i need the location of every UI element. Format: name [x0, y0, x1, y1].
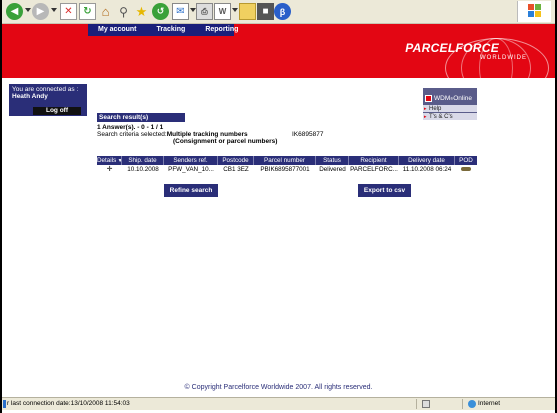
status-text: r last connection date:13/10/2008 11:54:…	[7, 400, 130, 407]
security-icon	[422, 400, 430, 408]
export-csv-button[interactable]: Export to csv	[358, 184, 411, 197]
criteria-sub: (Consignment or parcel numbers)	[173, 138, 278, 145]
cell-recipient: PARCELFORC...	[350, 166, 398, 173]
back-icon[interactable]: ◀	[6, 3, 23, 20]
internet-zone-icon	[468, 400, 476, 408]
pod-signature-icon[interactable]	[455, 165, 477, 175]
col-postcode[interactable]: Postcode	[218, 156, 254, 165]
bluetooth-icon[interactable]: β	[274, 3, 291, 20]
folder-icon[interactable]	[239, 3, 256, 20]
browser-toolbar: ◀ ▶ ✕ ↻ ⌂ ⚲ ★ ↺ ✉ ⎙ W ■ β	[2, 0, 555, 24]
terms-link[interactable]: T's & C's	[423, 112, 477, 121]
site-header: My account Tracking Reporting PARCELFORC…	[2, 24, 555, 78]
messenger-icon[interactable]: ■	[257, 3, 274, 20]
browser-statusbar: r last connection date:13/10/2008 11:54:…	[2, 397, 555, 410]
logo-subtitle: WORLDWIDE	[480, 55, 527, 61]
wdm-title: WDM ® Online	[423, 88, 477, 104]
cell-parcel-number[interactable]: PBIK6895877001	[254, 165, 316, 175]
nav-reporting[interactable]: Reporting	[195, 24, 248, 36]
cell-ship-date: 10.10.2008	[127, 166, 159, 173]
copyright-text: © Copyright Parcelforce Worldwide 2007. …	[184, 384, 373, 391]
table-row: + 10.10.2008 PFW_VAN_10... CB1 3EZ PBIK6…	[97, 165, 477, 175]
wdm-tools-panel: WDM® Online Help T's & C's	[423, 88, 477, 121]
refine-search-button[interactable]: Refine search	[164, 184, 218, 197]
connection-label: You are connected as :	[12, 86, 79, 93]
main-nav: My account Tracking Reporting	[88, 24, 238, 36]
forward-dropdown-icon[interactable]	[51, 8, 57, 12]
col-delivery-date[interactable]: Delivery date	[399, 156, 455, 165]
cell-postcode: CB1 3EZ	[223, 166, 249, 173]
statusbar-divider	[416, 399, 417, 409]
results-table: Details ▼ Ship. date Senders ref. Postco…	[97, 156, 477, 175]
connection-panel: You are connected as : Heath Andy Log of…	[9, 84, 87, 116]
col-pod[interactable]: POD	[455, 156, 477, 165]
back-dropdown-icon[interactable]	[25, 8, 31, 12]
logoff-button[interactable]: Log off	[33, 107, 81, 115]
search-criteria: Search criteria selected:Multiple tracki…	[97, 131, 248, 138]
col-status[interactable]: Status	[316, 156, 349, 165]
criteria-label: Search criteria selected:	[97, 131, 167, 138]
cell-status: Delivered	[319, 166, 346, 173]
page-status-icon	[3, 400, 6, 408]
parcelforce-logo[interactable]: PARCELFORCE	[405, 41, 499, 55]
wdm-title-suffix: Online	[453, 94, 472, 102]
edit-dropdown-icon[interactable]	[232, 8, 238, 12]
statusbar-divider	[462, 399, 463, 409]
col-details[interactable]: Details ▼	[97, 156, 122, 165]
cell-senders-ref: PFW_VAN_10...	[168, 166, 214, 173]
col-ship-date[interactable]: Ship. date	[122, 156, 164, 165]
user-name: Heath Andy	[12, 93, 48, 100]
col-senders-ref[interactable]: Senders ref.	[164, 156, 218, 165]
criteria-id: IK6895877	[292, 131, 324, 138]
wdm-icon	[425, 94, 432, 102]
criteria-value: Multiple tracking numbers	[166, 131, 248, 138]
col-recipient[interactable]: Recipient	[349, 156, 399, 165]
cell-delivery-date: 11.10.2008 06:24	[402, 166, 452, 173]
mail-icon[interactable]: ✉	[172, 3, 189, 20]
print-icon[interactable]: ⎙	[196, 3, 213, 20]
search-icon[interactable]: ⚲	[115, 3, 132, 20]
help-link[interactable]: Help	[423, 104, 477, 113]
wdm-title-text: WDM	[434, 94, 451, 102]
answers-count: 1 Answer(s). - 0 - 1 / 1	[97, 124, 164, 131]
stop-icon[interactable]: ✕	[60, 3, 77, 20]
table-header: Details ▼ Ship. date Senders ref. Postco…	[97, 156, 477, 165]
nav-my-account[interactable]: My account	[88, 24, 147, 36]
history-icon[interactable]: ↺	[152, 3, 169, 20]
edit-icon[interactable]: W	[214, 3, 231, 20]
refresh-icon[interactable]: ↻	[79, 3, 96, 20]
security-zone: Internet	[478, 400, 501, 407]
search-results-title: Search result(s)	[97, 113, 185, 122]
home-icon[interactable]: ⌂	[97, 3, 114, 20]
expand-details-icon[interactable]: +	[97, 165, 122, 175]
favorites-icon[interactable]: ★	[133, 3, 150, 20]
forward-icon[interactable]: ▶	[32, 3, 49, 20]
windows-logo-icon	[517, 1, 551, 22]
browser-window: ◀ ▶ ✕ ↻ ⌂ ⚲ ★ ↺ ✉ ⎙ W ■ β My account Tra…	[2, 0, 555, 413]
nav-tracking[interactable]: Tracking	[147, 24, 196, 36]
col-parcel-number[interactable]: Parcel number	[254, 156, 316, 165]
